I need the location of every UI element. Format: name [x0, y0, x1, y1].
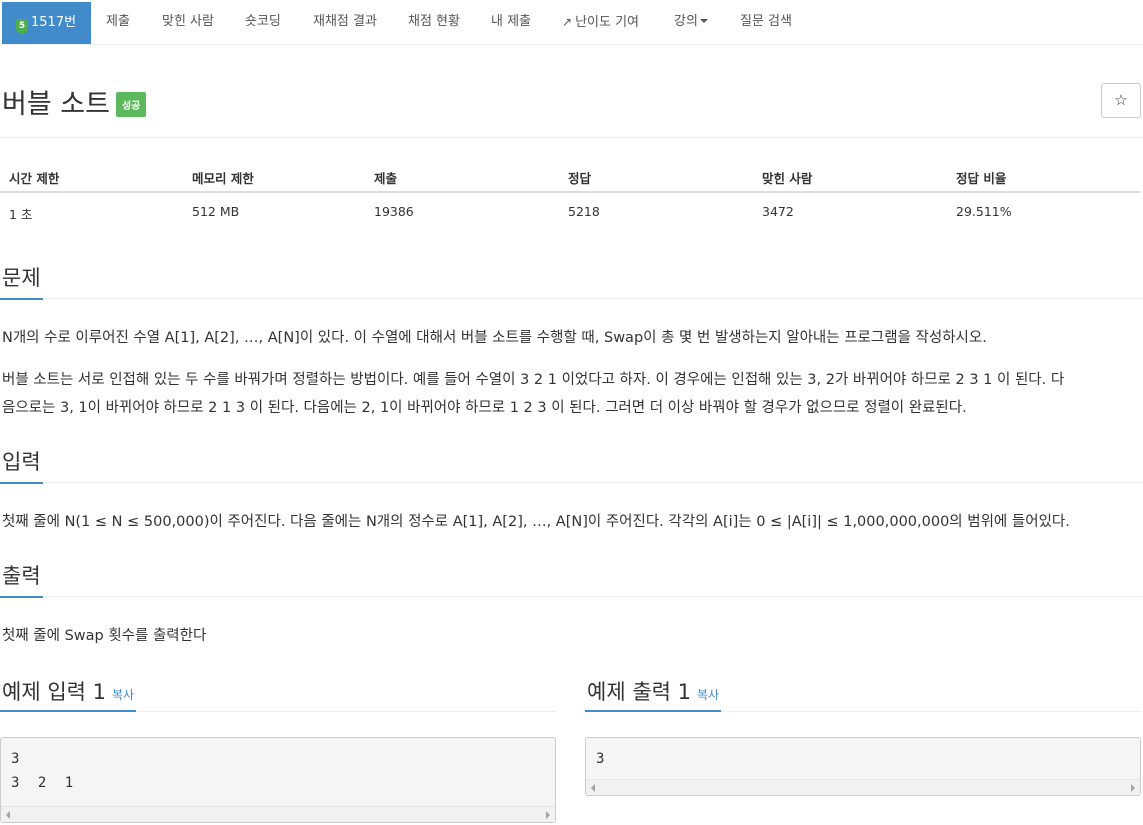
nav-lectures-dropdown[interactable]: 강의 — [674, 0, 708, 44]
sample-output-copy-link[interactable]: 복사 — [697, 688, 719, 702]
problem-heading: 문제 — [0, 262, 43, 300]
nav-problem-number[interactable]: 5 1517번 — [2, 2, 92, 44]
stats-value-row: 1 초 512 MB 19386 5218 3472 29.511% — [0, 157, 1141, 222]
output-heading: 출력 — [0, 560, 43, 598]
divider — [0, 596, 1143, 597]
top-nav: 5 1517번 제출 맞힌 사람 숏코딩 재채점 결과 채점 현황 내 제출 ↗ 난… — [0, 0, 1143, 45]
problem-paragraph-2-line-2: 음으로는 3, 1이 바뀌어야 하므로 2 1 3 이 된다. 다음에는 2, … — [2, 400, 967, 416]
nav-solved-users[interactable]: 맞힌 사람 — [162, 0, 214, 44]
sample-input-heading: 예제 입력 1 복사 — [0, 676, 137, 712]
divider — [0, 137, 1143, 138]
stats-memory-limit: 512 MB — [192, 204, 240, 219]
external-link-icon: ↗ — [562, 15, 573, 29]
horizontal-scrollbar[interactable] — [1, 806, 555, 822]
scroll-left-arrow-icon[interactable] — [591, 784, 595, 792]
stats-accept-ratio: 29.511% — [956, 204, 1012, 219]
nav-short-coding[interactable]: 숏코딩 — [245, 0, 281, 44]
sample-output-code-block[interactable]: 3 — [585, 737, 1141, 796]
sample-input-line: 3 — [11, 751, 20, 767]
caret-down-icon — [699, 19, 708, 23]
sample-output-heading: 예제 출력 1 복사 — [585, 676, 722, 712]
problem-section-header: 문제 — [0, 262, 1143, 300]
shield-icon: 5 — [16, 19, 28, 34]
nav-submit[interactable]: 제출 — [106, 0, 130, 44]
sample-input-code-block[interactable]: 3 3 2 1 — [0, 737, 556, 823]
sample-input-panel: 예제 입력 1 복사 3 3 2 1 — [0, 672, 556, 823]
scroll-right-arrow-icon[interactable] — [1131, 784, 1135, 792]
problem-paragraph-1: N개의 수로 이루어진 수열 A[1], A[2], …, A[N]이 있다. … — [2, 330, 987, 346]
output-description: 첫째 줄에 Swap 횟수를 출력한다 — [2, 628, 207, 644]
output-section-header: 출력 — [0, 560, 1143, 598]
page-title: 버블 소트 — [2, 89, 110, 120]
stats-time-limit: 1 초 — [9, 207, 33, 222]
sample-input-line: 3 2 1 — [11, 775, 79, 791]
divider — [0, 482, 1143, 483]
divider — [0, 298, 1143, 299]
sample-output-title: 예제 출력 1 — [587, 680, 691, 704]
input-heading: 입력 — [0, 446, 43, 484]
page-header: 버블 소트 성공 — [2, 82, 147, 122]
problem-number-label: 1517번 — [31, 15, 77, 30]
star-button[interactable]: ☆ — [1101, 83, 1141, 118]
stats-accepted: 5218 — [568, 204, 600, 219]
sample-input-copy-link[interactable]: 복사 — [112, 688, 134, 702]
input-section-header: 입력 — [0, 446, 1143, 484]
nav-difficulty-label: 난이도 기여 — [575, 15, 639, 30]
sample-output-header: 예제 출력 1 복사 — [585, 672, 1141, 712]
sample-input-title: 예제 입력 1 — [2, 680, 106, 704]
input-description: 첫째 줄에 N(1 ≤ N ≤ 500,000)이 주어진다. 다음 줄에는 N… — [2, 514, 1070, 530]
status-badge: 성공 — [115, 92, 147, 117]
nav-my-submissions[interactable]: 내 제출 — [491, 0, 531, 44]
sample-input-header: 예제 입력 1 복사 — [0, 672, 556, 712]
stats-solved-users: 3472 — [762, 204, 794, 219]
scroll-right-arrow-icon[interactable] — [546, 811, 550, 819]
nav-rejudge-results[interactable]: 재채점 결과 — [313, 0, 377, 44]
sample-output-panel: 예제 출력 1 복사 3 — [585, 672, 1141, 796]
nav-lectures-label: 강의 — [674, 14, 698, 29]
stats-table: 시간 제한 메모리 제한 제출 정답 맞힌 사람 정답 비율 1 초 512 M… — [0, 157, 1141, 222]
star-icon: ☆ — [1114, 91, 1128, 109]
nav-question-search[interactable]: 질문 검색 — [740, 0, 792, 44]
nav-difficulty-contribution[interactable]: ↗ 난이도 기여 — [562, 0, 639, 44]
horizontal-scrollbar[interactable] — [586, 779, 1140, 795]
problem-paragraph-2-line-1: 버블 소트는 서로 인접해 있는 두 수를 바꿔가며 정렬하는 방법이다. 예를… — [2, 372, 1065, 388]
stats-submissions: 19386 — [374, 204, 414, 219]
nav-judge-status[interactable]: 채점 현황 — [408, 0, 460, 44]
sample-output-line: 3 — [596, 751, 605, 767]
scroll-left-arrow-icon[interactable] — [6, 811, 10, 819]
